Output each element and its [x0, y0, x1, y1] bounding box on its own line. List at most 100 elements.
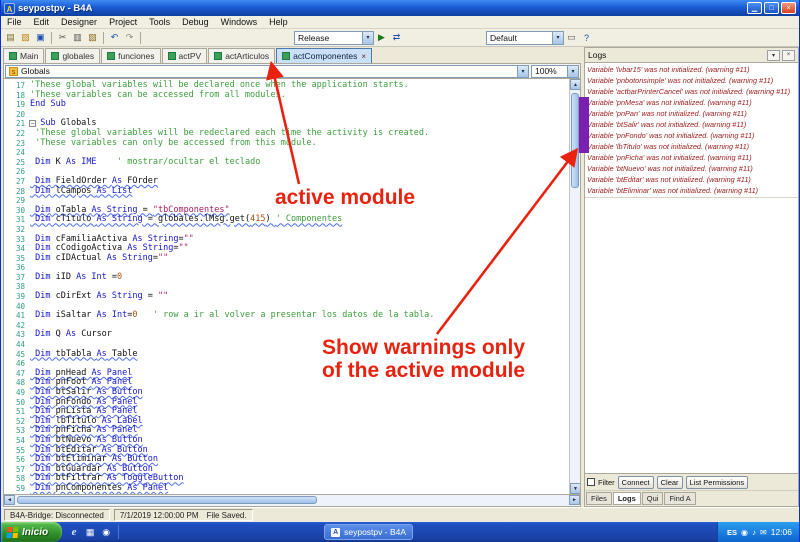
zoom-selector-combo[interactable]: 100% ▾	[531, 64, 579, 78]
undo-icon[interactable]: ↶	[107, 30, 122, 45]
filter-checkbox[interactable]	[587, 478, 595, 486]
log-warning[interactable]: Variable 'pnFondo' was not initialized. …	[587, 130, 796, 141]
code-line-45[interactable]: 45 Dim tbTabla As Table	[4, 349, 569, 360]
line-number: 36	[15, 263, 25, 273]
tab-actArticulos[interactable]: actArticulos	[208, 48, 276, 63]
pin-icon[interactable]: ▾	[767, 49, 780, 61]
volume-icon[interactable]: ♪	[752, 528, 756, 537]
menu-help[interactable]: Help	[263, 16, 294, 28]
clear-button[interactable]: Clear	[656, 475, 683, 489]
menu-edit[interactable]: Edit	[28, 16, 56, 28]
code-line-35[interactable]: 35 Dim cIDActual As String=""	[4, 253, 569, 264]
code-line-19[interactable]: 19 End Sub	[4, 99, 569, 110]
code-line-41[interactable]: 41 Dim iSaltar As Int=0 ' row a ir al vo…	[4, 310, 569, 321]
minimize-button[interactable]: ▁	[747, 2, 762, 14]
tab-label: actComponentes	[293, 51, 358, 61]
log-warning[interactable]: Variable 'pnFicha' was not initialized. …	[587, 152, 796, 163]
scrollbar-thumb[interactable]	[17, 496, 317, 504]
member-selector-combo[interactable]: s Globals ▾	[5, 64, 529, 78]
code-line-43[interactable]: 43 Dim Q As Cursor	[4, 330, 569, 340]
show-desktop-icon[interactable]: ▦	[83, 525, 97, 539]
maximize-button[interactable]: □	[764, 2, 779, 14]
log-warning[interactable]: Variable 'pnPan' was not initialized. (w…	[587, 108, 796, 119]
scrollbar-thumb[interactable]	[571, 93, 579, 188]
messenger-icon[interactable]: ✉	[760, 528, 767, 537]
code-line-31[interactable]: 31 Dim cTitulo As String = globales.lMsg…	[4, 215, 569, 225]
start-button[interactable]: Inicio	[1, 522, 63, 542]
bridge-icon[interactable]: ⇄	[389, 30, 404, 45]
close-button[interactable]: ×	[781, 2, 796, 14]
tab-globales[interactable]: globales	[45, 48, 101, 63]
save-icon[interactable]: ▣	[33, 30, 48, 45]
bridge-status: B4A-Bridge: Disconnected	[4, 509, 110, 521]
scroll-left-icon[interactable]: ◄	[4, 495, 15, 505]
chevron-down-icon[interactable]: ▾	[567, 65, 578, 77]
internet-explorer-icon[interactable]: e	[67, 525, 81, 539]
scroll-down-icon[interactable]: ▼	[570, 483, 580, 494]
language-indicator[interactable]: ES	[727, 528, 737, 537]
log-warning[interactable]: Variable 'btEditar' was not initialized.…	[587, 174, 796, 185]
build-config-select[interactable]: Default ▾	[486, 30, 564, 45]
menu-windows[interactable]: Windows	[215, 16, 264, 28]
tab-Main[interactable]: Main	[3, 48, 45, 63]
tab-label: Main	[20, 51, 39, 61]
code-line-39[interactable]: 39 Dim cDirExt As String = ""	[4, 291, 569, 302]
code-line-23[interactable]: 23 'These variables can only be accessed…	[4, 137, 569, 149]
log-warning[interactable]: Variable 'lbTitulo' was not initialized.…	[587, 141, 796, 152]
cut-icon[interactable]: ✂	[55, 30, 70, 45]
new-file-icon[interactable]: ▤	[3, 30, 18, 45]
line-number: 26	[15, 167, 25, 177]
copy-icon[interactable]: ▥	[70, 30, 85, 45]
open-project-icon[interactable]: ▨	[18, 30, 33, 45]
chevron-down-icon[interactable]: ▾	[517, 65, 528, 77]
code-text: 'These variables can only be accessed fr…	[30, 137, 317, 148]
chevron-down-icon[interactable]: ▾	[362, 31, 373, 44]
connect-button[interactable]: Connect	[617, 475, 654, 489]
log-warning[interactable]: Variable 'btSalir' was not initialized. …	[587, 119, 796, 130]
help-icon[interactable]: ?	[579, 30, 594, 45]
code-line-18[interactable]: 18 'These variables can be accessed from …	[4, 90, 569, 101]
tab-actComponentes[interactable]: actComponentes ×	[276, 48, 373, 63]
list-permissions-button[interactable]: List Permissions	[685, 475, 749, 489]
taskbar-app-button[interactable]: A seypostpv - B4A	[324, 524, 414, 540]
menu-file[interactable]: File	[1, 16, 28, 28]
chevron-down-icon[interactable]: ▾	[552, 31, 563, 44]
close-tab-icon[interactable]: ×	[361, 52, 366, 61]
designer-icon[interactable]: ▭	[564, 30, 579, 45]
log-warning[interactable]: Variable 'pnbotonsimple' was not initial…	[587, 75, 796, 86]
file-saved-label: File Saved.	[206, 510, 247, 520]
media-player-icon[interactable]: ◉	[99, 525, 113, 539]
redo-icon[interactable]: ↷	[122, 30, 137, 45]
code-line-37[interactable]: 37 Dim iID As Int =0	[4, 272, 569, 283]
log-warning[interactable]: Variable 'btEliminar' was not initialize…	[587, 185, 796, 196]
panel-tab-logs[interactable]: Logs	[612, 492, 641, 505]
log-warning[interactable]: Variable 'btNuevo' was not initialized. …	[587, 163, 796, 174]
network-icon[interactable]: ◉	[741, 528, 748, 537]
code-line-59[interactable]: 59 Dim pnComponentes As Panel	[4, 483, 569, 494]
panel-tab-qui[interactable]: Qui	[641, 492, 664, 505]
scroll-right-icon[interactable]: ►	[569, 495, 580, 505]
scroll-up-icon[interactable]: ▲	[570, 79, 580, 90]
release-mode-select[interactable]: Release ▾	[294, 30, 374, 45]
panel-tab-find-a[interactable]: Find A	[664, 492, 696, 505]
paste-icon[interactable]: ▧	[85, 30, 100, 45]
code-line-28[interactable]: 28 Dim lCampos As List	[4, 186, 569, 197]
log-warning[interactable]: Variable 'pnMesa' was not initialized. (…	[587, 97, 796, 108]
code-editor[interactable]: 17 'These global variables will be declar…	[3, 79, 581, 495]
code-line-25[interactable]: 25 Dim K As IME ' mostrar/ocultar el tec…	[4, 157, 569, 168]
tab-funciones[interactable]: funciones	[101, 48, 161, 63]
tab-actPV[interactable]: actPV	[161, 48, 208, 63]
menu-project[interactable]: Project	[103, 16, 143, 28]
log-warning[interactable]: Variable 'actbarPrinterCancel' was not i…	[587, 86, 796, 97]
fold-marker-icon[interactable]: −	[29, 120, 36, 128]
menu-debug[interactable]: Debug	[176, 16, 215, 28]
log-warning[interactable]: Variable 'lvbar15' was not initialized. …	[587, 64, 796, 75]
menu-designer[interactable]: Designer	[55, 16, 103, 28]
windows-taskbar: Inicio e ▦ ◉ A seypostpv - B4A ES ◉ ♪ ✉ 12:06	[1, 522, 799, 542]
editor-horizontal-scrollbar[interactable]: ◄ ►	[3, 495, 581, 507]
title-bar: A seypostpv - B4A ▁ □ ×	[1, 0, 799, 16]
panel-tab-files[interactable]: Files	[586, 492, 612, 505]
compile-run-icon[interactable]: ▶	[374, 30, 389, 45]
close-panel-icon[interactable]: ×	[782, 49, 795, 61]
menu-tools[interactable]: Tools	[143, 16, 176, 28]
